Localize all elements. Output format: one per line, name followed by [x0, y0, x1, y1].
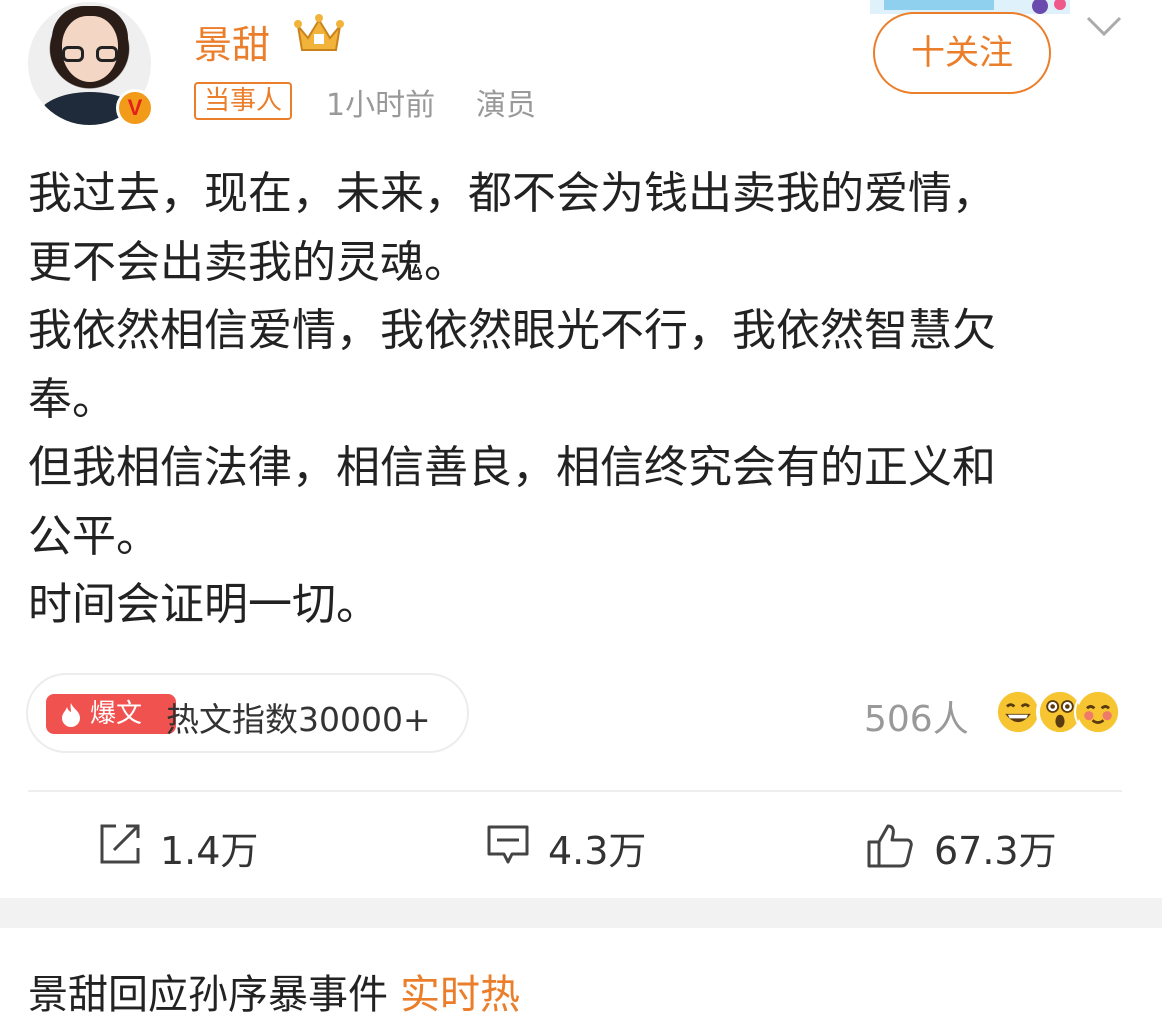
post-line: 但我相信法律，相信善良，相信终究会有的正义和	[28, 442, 996, 493]
author-tag: 当事人	[194, 82, 293, 120]
crown-icon	[294, 14, 344, 51]
blush-emoji-icon[interactable]	[1074, 688, 1122, 736]
comment-button[interactable]: 4.3万	[486, 816, 686, 876]
hot-badge: 爆文	[46, 694, 176, 734]
thumbs-up-icon	[867, 824, 913, 868]
post-content: 我过去，现在，未来，都不会为钱出卖我的爱情， 更不会出卖我的灵魂。 我依然相信爱…	[28, 160, 1128, 640]
reaction-count[interactable]: 506人	[864, 690, 969, 742]
hot-badge-label: 爆文	[90, 699, 143, 729]
chevron-down-icon[interactable]	[1086, 14, 1122, 40]
post-line: 我过去，现在，未来，都不会为钱出卖我的爱情，	[28, 168, 996, 219]
post-line: 公平。	[28, 510, 160, 562]
fire-icon	[62, 703, 80, 727]
like-count: 67.3万	[934, 829, 1057, 873]
follow-button[interactable]: 十关注	[873, 12, 1051, 94]
next-post-trail: 实时热	[400, 972, 520, 1018]
author-name[interactable]: 景甜	[194, 14, 270, 69]
section-separator	[0, 898, 1162, 928]
author-occupation: 演员	[476, 88, 536, 123]
post-time: 1小时前	[326, 88, 436, 123]
repost-icon	[100, 824, 140, 864]
comment-count: 4.3万	[548, 829, 647, 873]
hot-index-text: 热文指数30000+	[166, 700, 431, 739]
hot-index-pill[interactable]: 爆文 热文指数30000+	[26, 673, 469, 753]
post-line: 我依然相信爱情，我依然眼光不行，我依然智慧欠	[28, 305, 996, 356]
post-line: 奉。	[28, 373, 116, 425]
like-button[interactable]: 67.3万	[866, 816, 1086, 876]
grin-emoji-icon[interactable]	[994, 688, 1042, 736]
repost-count: 1.4万	[160, 829, 259, 873]
comment-icon	[487, 825, 529, 864]
next-post-title[interactable]: 景甜回应孙序暴事件 实时热	[28, 962, 520, 1020]
post-line: 更不会出卖我的灵魂。	[28, 236, 468, 288]
verified-icon: V	[116, 89, 154, 127]
post-line: 时间会证明一切。	[28, 579, 380, 630]
next-post-heading: 景甜回应孙序暴事件	[28, 972, 388, 1018]
divider	[28, 790, 1122, 792]
repost-button[interactable]: 1.4万	[98, 816, 298, 876]
